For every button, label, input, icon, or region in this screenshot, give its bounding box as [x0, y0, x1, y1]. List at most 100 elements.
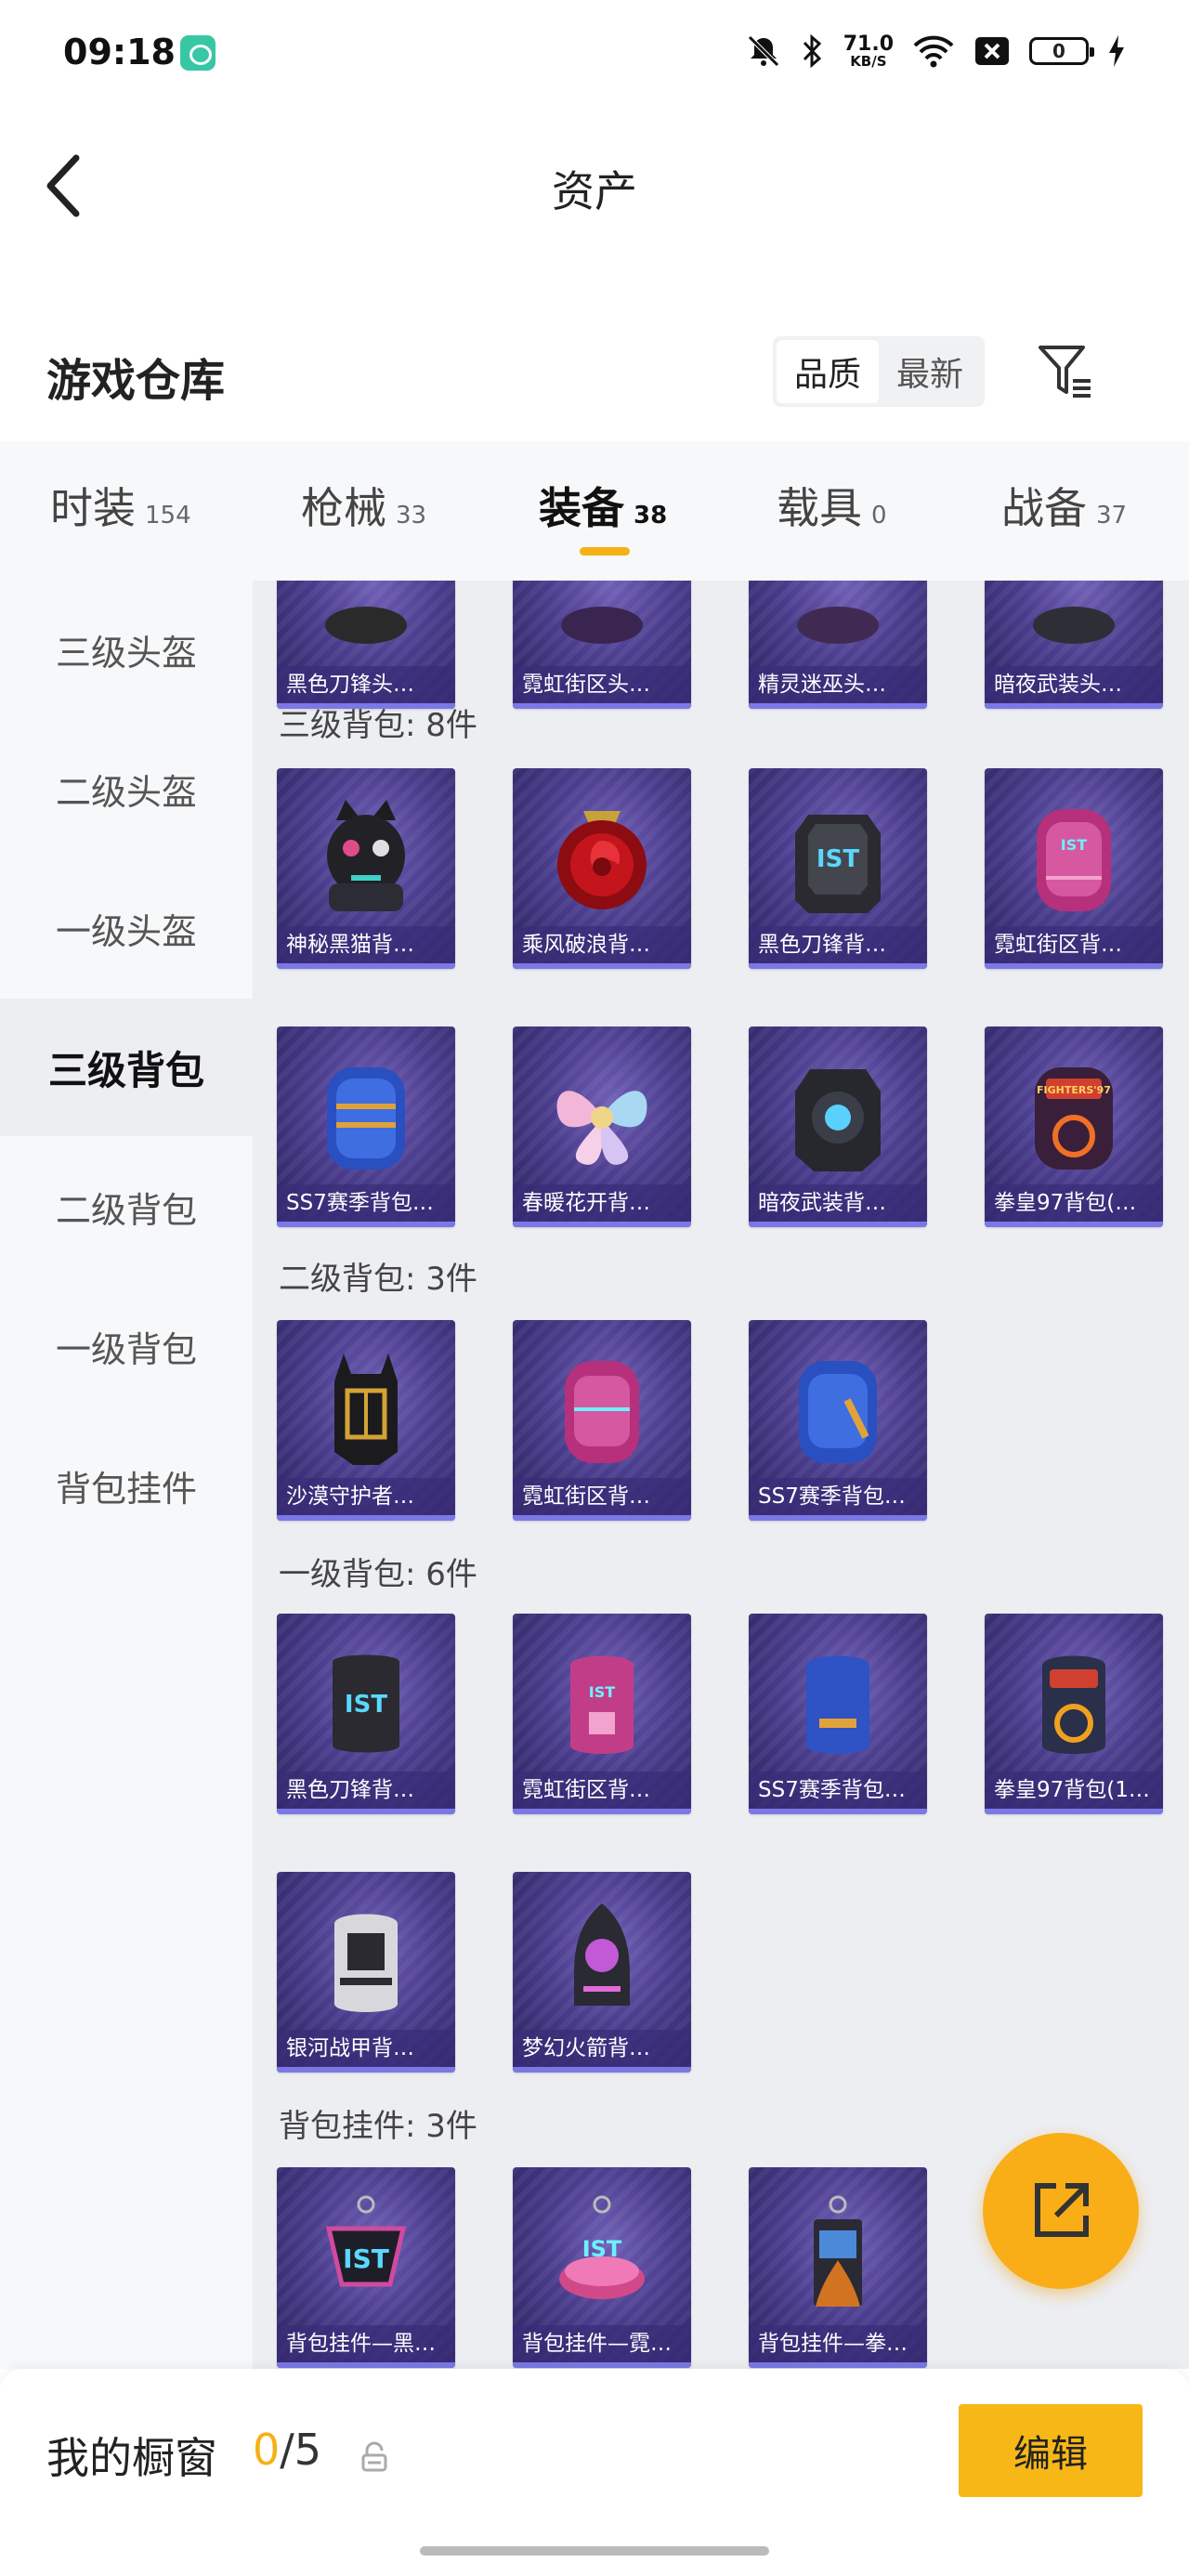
item-name: 黑色刀锋头…: [277, 666, 455, 703]
item-name: 霓虹街区背…: [985, 926, 1163, 963]
item-name: 黑色刀锋背…: [277, 1772, 455, 1809]
sidebar-item-lvl1-helmet[interactable]: 一级头盔: [0, 859, 253, 997]
tab-vehicles[interactable]: 载具 0: [777, 475, 887, 536]
item-card[interactable]: IST 霓虹街区背…: [985, 768, 1163, 969]
item-card[interactable]: 沙漠守护者…: [277, 1320, 455, 1521]
tab-count: 37: [1096, 502, 1128, 530]
item-name: 暗夜武装头…: [985, 666, 1163, 703]
item-card[interactable]: 拳皇97背包(1…: [985, 1614, 1163, 1814]
item-name: 神秘黑猫背…: [277, 926, 455, 963]
net-speed-value: 71.0: [843, 32, 894, 56]
item-name: 暗夜武装背…: [749, 1184, 927, 1222]
svg-text:IST: IST: [345, 1691, 387, 1719]
item-card[interactable]: 银河战甲背…: [277, 1872, 455, 2073]
sidebar-item-lvl2-backpack[interactable]: 二级背包: [0, 1138, 253, 1275]
desert-guardian-backpack-icon: [334, 1353, 398, 1465]
svg-text:IST: IST: [589, 1683, 615, 1701]
item-card[interactable]: SS7赛季背包…: [277, 1026, 455, 1227]
neon-district-backpack-icon: IST: [570, 1655, 634, 1754]
neon-district-backpack-icon: [565, 1361, 639, 1463]
pendant-neon-icon: IST: [559, 2195, 645, 2299]
header: 资产: [0, 104, 1189, 262]
filter-icon: [1039, 346, 1091, 398]
sidebar-item-lvl3-backpack[interactable]: 三级背包: [0, 999, 253, 1136]
dream-rocket-backpack-icon: [574, 1903, 630, 2006]
item-card[interactable]: IST 黑色刀锋背…: [749, 768, 927, 969]
tab-label: 战备: [1001, 483, 1087, 533]
svg-text:IST: IST: [343, 2243, 389, 2274]
mute-bell-icon: [745, 33, 782, 70]
sort-toggle: 品质 最新: [773, 336, 985, 407]
ss7-season-backpack-icon: [806, 1655, 869, 1754]
item-card[interactable]: 乘风破浪背…: [513, 768, 691, 969]
status-time: 09:18: [63, 32, 176, 72]
item-card[interactable]: 霓虹街区背…: [513, 1320, 691, 1521]
svg-text:FIGHTERS'97: FIGHTERS'97: [1037, 1084, 1111, 1096]
tab-firearms[interactable]: 枪械 33: [301, 475, 426, 536]
item-card[interactable]: IST 霓虹街区背…: [513, 1614, 691, 1814]
item-name: 拳皇97背包(…: [985, 1184, 1163, 1222]
red-rose-backpack-icon: [557, 811, 647, 909]
active-tab-indicator: [580, 547, 630, 556]
sidebar-item-lvl2-helmet[interactable]: 二级头盔: [0, 720, 253, 857]
item-card[interactable]: 梦幻火箭背…: [513, 1872, 691, 2073]
item-card[interactable]: 背包挂件—拳…: [749, 2167, 927, 2368]
app-notification-icon: [180, 35, 216, 71]
sort-quality-button[interactable]: 品质: [777, 340, 879, 403]
share-external-icon: [1035, 2183, 1089, 2237]
pendant-arcade-icon: [814, 2195, 862, 2307]
warehouse-bar: 游戏仓库 品质 最新: [0, 307, 1189, 437]
item-card[interactable]: SS7赛季背包…: [749, 1614, 927, 1814]
sidebar-item-lvl1-backpack[interactable]: 一级背包: [0, 1277, 253, 1415]
item-name: 春暖花开背…: [513, 1184, 691, 1222]
ss7-season-backpack-icon: [799, 1361, 877, 1463]
bluetooth-icon: [801, 33, 825, 70]
home-indicator[interactable]: [420, 2546, 769, 2556]
item-card[interactable]: 暗夜武装背…: [749, 1026, 927, 1227]
item-name: 霓虹街区背…: [513, 1772, 691, 1809]
section-title-lvl1-backpack: 一级背包: 6件: [279, 1556, 477, 1593]
sidebar-item-backpack-pendant[interactable]: 背包挂件: [0, 1417, 253, 1554]
share-fab-button[interactable]: [983, 2133, 1139, 2289]
black-cat-backpack-icon: [327, 800, 405, 911]
item-card[interactable]: FIGHTERS'97 拳皇97背包(…: [985, 1026, 1163, 1227]
item-card[interactable]: 霓虹街区头…: [513, 581, 691, 709]
galaxy-armor-backpack-icon: [334, 1914, 398, 2012]
svg-text:IST: IST: [1061, 836, 1087, 854]
category-tabs: 时装 154 枪械 33 装备 38 载具 0 战备 37: [0, 441, 1189, 581]
ss7-season-backpack-icon: [327, 1067, 405, 1170]
tab-fashion[interactable]: 时装 154: [50, 475, 191, 536]
item-card[interactable]: IST 背包挂件—霓…: [513, 2167, 691, 2368]
item-name: 沙漠守护者…: [277, 1478, 455, 1515]
item-name: 黑色刀锋背…: [749, 926, 927, 963]
neon-district-backpack-icon: IST: [1037, 809, 1111, 911]
battery-icon: 0: [1029, 37, 1094, 65]
page-title: 资产: [552, 166, 637, 216]
black-blade-backpack-icon: IST: [795, 815, 881, 913]
item-card[interactable]: 神秘黑猫背…: [277, 768, 455, 969]
edit-button[interactable]: 编辑: [959, 2404, 1143, 2497]
filter-button[interactable]: [1037, 342, 1094, 403]
tab-equipment[interactable]: 装备 38: [539, 475, 667, 536]
tab-count: 154: [145, 502, 191, 530]
item-card[interactable]: 精灵迷巫头…: [749, 581, 927, 709]
item-name: SS7赛季背包…: [749, 1772, 927, 1809]
tab-count: 33: [396, 502, 427, 530]
spring-bloom-backpack-icon: [556, 1091, 647, 1165]
item-card[interactable]: IST 背包挂件—黑…: [277, 2167, 455, 2368]
sort-newest-button[interactable]: 最新: [879, 340, 981, 403]
tab-supplies[interactable]: 战备 37: [1001, 475, 1127, 536]
item-card[interactable]: 黑色刀锋头…: [277, 581, 455, 709]
dark-night-armed-backpack-icon: [795, 1069, 881, 1171]
tab-label: 装备: [539, 483, 624, 533]
item-card[interactable]: 春暖花开背…: [513, 1026, 691, 1227]
item-card[interactable]: SS7赛季背包…: [749, 1320, 927, 1521]
item-card[interactable]: 暗夜武装头…: [985, 581, 1163, 709]
showcase-label: 我的橱窗: [46, 2433, 217, 2483]
sidebar-item-lvl3-helmet[interactable]: 三级头盔: [0, 581, 253, 718]
item-card[interactable]: IST 黑色刀锋背…: [277, 1614, 455, 1814]
tab-label: 载具: [777, 483, 862, 533]
no-sim-icon: [973, 35, 1011, 67]
item-name: 霓虹街区头…: [513, 666, 691, 703]
showcase-bar: 我的橱窗 0/5 编辑: [0, 2369, 1189, 2576]
